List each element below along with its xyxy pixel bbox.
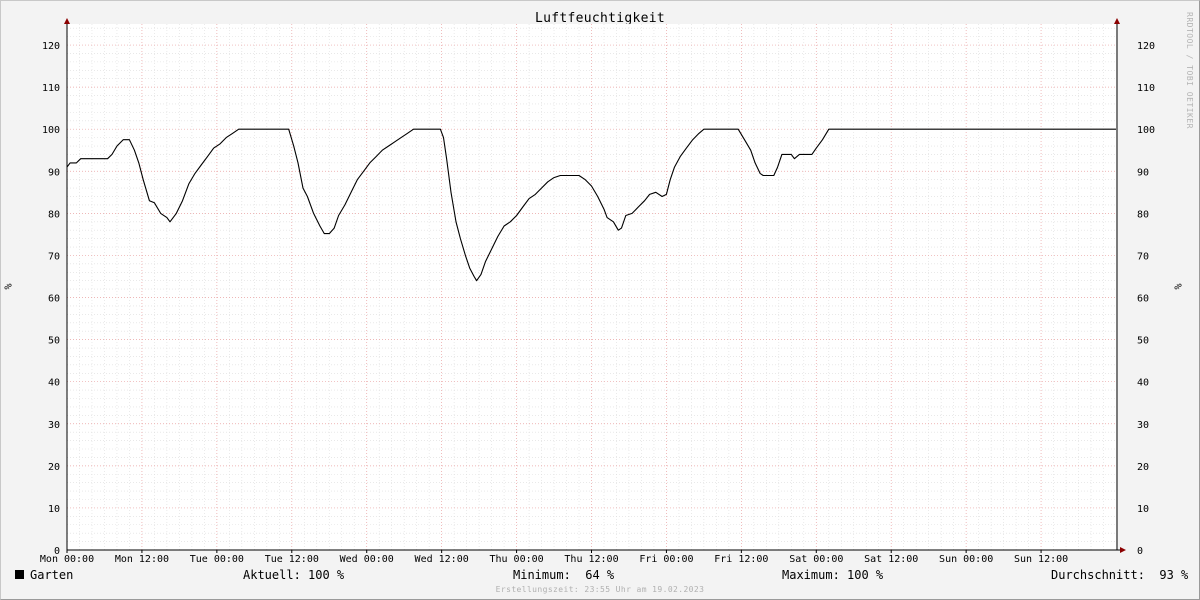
y-axis-arrow-right xyxy=(1114,18,1120,24)
chart-canvas: 0 010 1020 2030 3040 4050 5060 6070 7080 8090 9010… xyxy=(40,18,1155,565)
y-tick-label-right: 110 xyxy=(1137,83,1155,94)
x-tick-label: Mon 00:00 xyxy=(40,554,94,565)
y-tick-label-right: 10 xyxy=(1137,504,1149,515)
x-axis-arrow xyxy=(1120,547,1126,553)
y-tick-label-left: 80 xyxy=(48,209,60,220)
stat-durchschnitt: Durchschnitt: 93 % xyxy=(1051,568,1189,582)
legend-series-name: Garten xyxy=(30,568,74,582)
y-tick-label-right: 0 xyxy=(1137,546,1143,557)
legend-row: Garten Aktuell: 100 % Minimum: 64 % Maxi… xyxy=(0,568,1200,584)
x-tick-label: Sun 12:00 xyxy=(1014,554,1068,565)
y-tick-label-right: 100 xyxy=(1137,125,1155,136)
x-tick-label: Fri 00:00 xyxy=(639,554,693,565)
y-axis-arrow-left xyxy=(64,18,70,24)
stat-minimum: Minimum: 64 % xyxy=(513,568,615,582)
y-tick-label-left: 20 xyxy=(48,462,60,473)
y-tick-label-right: 80 xyxy=(1137,209,1149,220)
y-tick-label-left: 100 xyxy=(42,125,60,136)
x-tick-label: Sat 00:00 xyxy=(789,554,843,565)
x-tick-label: Wed 12:00 xyxy=(415,554,469,565)
y-tick-label-right: 60 xyxy=(1137,294,1149,305)
legend-swatch-garten xyxy=(15,570,24,579)
y-tick-label-left: 120 xyxy=(42,41,60,52)
y-tick-label-right: 120 xyxy=(1137,41,1155,52)
y-tick-label-left: 40 xyxy=(48,378,60,389)
y-tick-label-left: 30 xyxy=(48,420,60,431)
stat-aktuell: Aktuell: 100 % xyxy=(243,568,345,582)
y-tick-label-right: 20 xyxy=(1137,462,1149,473)
y-tick-label-right: 70 xyxy=(1137,251,1149,262)
y-tick-label-right: 30 xyxy=(1137,420,1149,431)
x-tick-label: Tue 00:00 xyxy=(190,554,244,565)
x-tick-label: Wed 00:00 xyxy=(340,554,394,565)
y-tick-label-left: 110 xyxy=(42,83,60,94)
y-tick-label-left: 60 xyxy=(48,294,60,305)
y-tick-label-left: 50 xyxy=(48,336,60,347)
x-tick-label: Tue 12:00 xyxy=(265,554,319,565)
x-tick-label: Sun 00:00 xyxy=(939,554,993,565)
x-tick-label: Fri 12:00 xyxy=(714,554,768,565)
x-tick-label: Thu 12:00 xyxy=(564,554,618,565)
y-tick-label-right: 50 xyxy=(1137,336,1149,347)
x-tick-label: Thu 00:00 xyxy=(489,554,543,565)
creation-time-footer: Erstellungszeit: 23:55 Uhr am 19.02.2023 xyxy=(495,585,705,594)
y-tick-label-left: 10 xyxy=(48,504,60,515)
stat-maximum: Maximum: 100 % xyxy=(782,568,884,582)
y-tick-label-left: 90 xyxy=(48,167,60,178)
x-tick-label: Sat 12:00 xyxy=(864,554,918,565)
y-tick-label-right: 40 xyxy=(1137,378,1149,389)
y-tick-label-right: 90 xyxy=(1137,167,1149,178)
x-tick-label: Mon 12:00 xyxy=(115,554,169,565)
y-tick-label-left: 70 xyxy=(48,251,60,262)
x-tick-labels: Mon 00:00 Mon 12:00 Tue 00:00 Tue 12:00 Wed … xyxy=(40,554,1068,565)
